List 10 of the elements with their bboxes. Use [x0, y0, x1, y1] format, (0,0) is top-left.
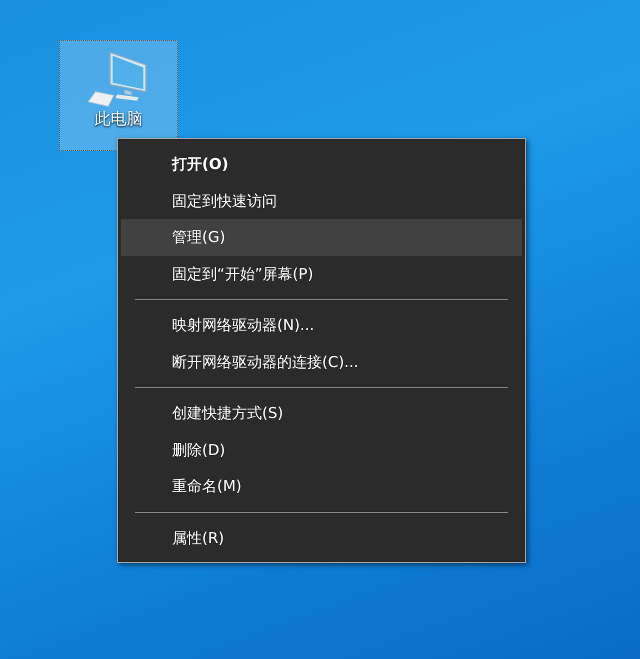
menu-item[interactable]: 属性(R): [121, 520, 522, 556]
menu-item[interactable]: 删除(D): [121, 432, 522, 468]
menu-item[interactable]: 固定到快速访问: [121, 182, 522, 219]
menu-item[interactable]: 创建快捷方式(S): [121, 395, 522, 432]
menu-item[interactable]: 映射网络驱动器(N)...: [121, 307, 522, 344]
menu-item[interactable]: 管理(G): [121, 219, 522, 256]
menu-item[interactable]: 断开网络驱动器的连接(C)...: [121, 344, 522, 380]
menu-item[interactable]: 固定到“开始”屏幕(P): [121, 256, 522, 292]
menu-item[interactable]: 重命名(M): [121, 468, 522, 504]
icon-label: 此电脑: [94, 110, 142, 128]
